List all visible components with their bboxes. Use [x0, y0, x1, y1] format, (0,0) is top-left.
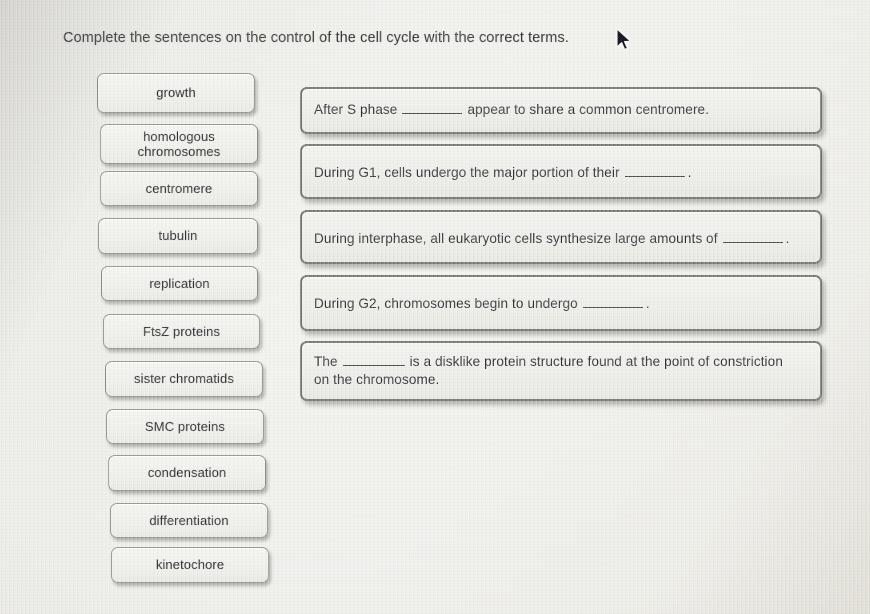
answer-box-sentence-5[interactable]: The is a disklike protein structure found… — [300, 341, 822, 401]
term-tile-label: replication — [149, 275, 210, 291]
term-tile-centromere[interactable]: centromere — [100, 171, 258, 206]
term-tile-ftsz-proteins[interactable]: FtsZ proteins — [103, 314, 260, 349]
mouse-pointer-arrow-icon — [616, 28, 632, 50]
answer-box-sentence-4[interactable]: During G2, chromosomes begin to undergo. — [300, 275, 822, 331]
answer-box-sentence-1[interactable]: After S phase appear to share a common ce… — [300, 87, 822, 134]
answer-blank[interactable] — [402, 113, 463, 114]
sentence-before: The — [314, 354, 338, 369]
term-tile-label: differentiation — [149, 512, 229, 528]
term-tile-sister-chromatids[interactable]: sister chromatids — [105, 361, 263, 397]
sentence-after: . — [645, 296, 650, 311]
answer-box-sentence-2[interactable]: During G1, cells undergo the major porti… — [300, 144, 822, 199]
term-tile-label: FtsZ proteins — [142, 323, 221, 339]
term-tile-label: condensation — [147, 465, 227, 481]
answer-blank[interactable] — [582, 307, 643, 308]
answer-blank[interactable] — [624, 176, 685, 177]
term-tile-growth[interactable]: growth — [97, 73, 255, 113]
sentence-text: After S phase appear to share a common ce… — [314, 101, 709, 119]
sentence-before: During interphase, all eukaryotic cells … — [314, 231, 718, 246]
term-tile-label: kinetochore — [155, 557, 225, 573]
term-tile-label-line2: chromosomes — [137, 144, 221, 159]
sentence-text: During G2, chromosomes begin to undergo. — [314, 295, 650, 313]
term-tile-condensation[interactable]: condensation — [108, 455, 266, 491]
sentence-after: is a disklike protein structure found at… — [409, 354, 783, 369]
term-tile-label: growth — [156, 85, 196, 101]
sentence-before: After S phase — [314, 102, 398, 117]
term-tile-differentiation[interactable]: differentiation — [110, 503, 268, 538]
answer-blank[interactable] — [342, 365, 405, 366]
sentence-text: During interphase, all eukaryotic cells … — [314, 230, 789, 248]
term-tile-homologous-chromosomes[interactable]: homologous chromosomes — [100, 124, 258, 164]
term-tile-tubulin[interactable]: tubulin — [98, 218, 258, 254]
sentence-after: . — [785, 231, 790, 246]
sentence-before: During G1, cells undergo the major porti… — [314, 165, 620, 180]
sentence-second-line: on the chromosome. — [314, 371, 440, 387]
sentence-text: During G1, cells undergo the major porti… — [314, 164, 691, 182]
answer-box-sentence-3[interactable]: During interphase, all eukaryotic cells … — [300, 210, 822, 264]
term-tile-replication[interactable]: replication — [101, 266, 258, 301]
term-tile-label: tubulin — [158, 228, 198, 244]
sentence-after: appear to share a common centromere. — [467, 102, 710, 117]
page-title: Complete the sentences on the control of… — [63, 30, 569, 46]
term-tile-label: sister chromatids — [134, 371, 234, 387]
answer-blank[interactable] — [722, 242, 783, 243]
sentence-after: . — [687, 165, 692, 180]
term-tile-kinetochore[interactable]: kinetochore — [111, 547, 269, 583]
term-tile-label-line1: homologous — [143, 128, 215, 144]
quiz-screen: Complete the sentences on the control of… — [0, 0, 870, 614]
sentence-before: During G2, chromosomes begin to undergo — [314, 296, 578, 311]
term-tile-label: SMC proteins — [145, 418, 225, 434]
term-tile-smc-proteins[interactable]: SMC proteins — [106, 409, 264, 444]
term-tile-label: centromere — [145, 180, 213, 196]
sentence-text: The is a disklike protein structure found… — [314, 353, 783, 389]
